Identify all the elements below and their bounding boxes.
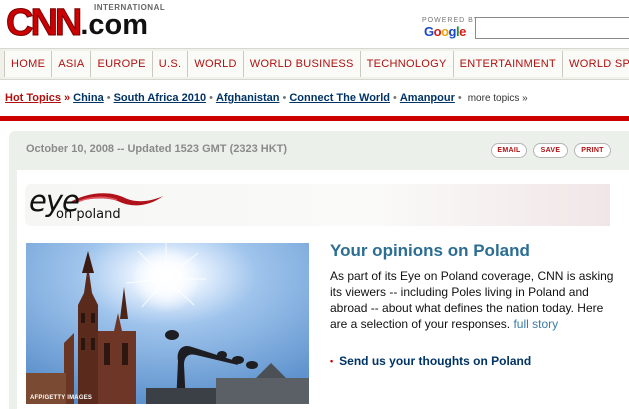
full-story-link[interactable]: full story <box>513 317 558 331</box>
hot-topics-separator: » <box>64 92 71 104</box>
nav-item-asia[interactable]: ASIA <box>52 51 92 77</box>
logo-edition: INTERNATIONAL <box>94 3 166 12</box>
site-header: CNN .com INTERNATIONAL POWERED BY Google <box>0 0 629 46</box>
hot-topic-link[interactable]: Amanpour <box>400 92 455 104</box>
main-nav: HOME ASIA EUROPE U.S. WORLD WORLD BUSINE… <box>0 48 629 80</box>
hot-topic-link[interactable]: Connect The World <box>289 92 390 104</box>
nav-item-entertainment[interactable]: ENTERTAINMENT <box>453 51 564 77</box>
powered-by-label: POWERED BY <box>422 17 480 24</box>
cnn-logo[interactable]: CNN .com INTERNATIONAL <box>5 2 164 44</box>
dot-separator: • <box>457 92 462 104</box>
dot-separator: • <box>393 92 397 104</box>
nav-item-world-business[interactable]: WORLD BUSINESS <box>243 51 361 77</box>
hot-topic-link[interactable]: South Africa 2010 <box>114 92 207 104</box>
article-body-text: As part of its Eye on Poland coverage, C… <box>330 269 614 331</box>
dot-separator: • <box>209 92 213 104</box>
article-photo: AFP/GETTY IMAGES <box>26 243 309 404</box>
send-thoughts-link[interactable]: Send us your thoughts on Poland <box>339 354 531 368</box>
article-dateline: October 10, 2008 -- Updated 1523 GMT (23… <box>26 143 288 155</box>
nav-item-technology[interactable]: TECHNOLOGY <box>360 51 454 77</box>
banner-subtitle: on poland <box>56 207 121 222</box>
nav-item-world-sport[interactable]: WORLD SPORT <box>563 51 629 77</box>
logo-main: CNN <box>5 2 82 44</box>
send-thoughts-item: • Send us your thoughts on Poland <box>330 354 531 368</box>
nav-item-europe[interactable]: EUROPE <box>91 51 153 77</box>
nav-item-world[interactable]: WORLD <box>188 51 244 77</box>
hot-topic-link[interactable]: Afghanistan <box>216 92 280 104</box>
hot-topics-label[interactable]: Hot Topics <box>5 92 61 104</box>
bullet-icon: • <box>330 356 334 366</box>
hot-topic-link[interactable]: China <box>73 92 104 104</box>
email-button[interactable]: EMAIL <box>491 143 527 158</box>
dot-separator: • <box>282 92 287 104</box>
more-topics-link[interactable]: more topics » <box>468 93 528 104</box>
nav-item-us[interactable]: U.S. <box>152 51 189 77</box>
photo-credit: AFP/GETTY IMAGES <box>30 395 93 401</box>
krakow-church-image <box>26 243 309 404</box>
dot-separator: • <box>106 92 111 104</box>
article-headline[interactable]: Your opinions on Poland <box>330 241 530 261</box>
page: CNN .com INTERNATIONAL POWERED BY Google… <box>0 0 629 409</box>
print-button[interactable]: PRINT <box>574 143 611 158</box>
save-button[interactable]: SAVE <box>533 143 568 158</box>
hot-topics-bar: Hot Topics » China • South Africa 2010 •… <box>0 88 629 108</box>
search-input[interactable] <box>475 17 629 39</box>
article-summary: As part of its Eye on Poland coverage, C… <box>330 268 615 332</box>
red-divider <box>0 116 629 121</box>
google-logo: Google <box>424 24 466 39</box>
nav-item-home[interactable]: HOME <box>4 51 53 77</box>
logo-suffix: .com <box>80 9 149 41</box>
eye-on-poland-banner: eye on poland <box>25 184 610 226</box>
